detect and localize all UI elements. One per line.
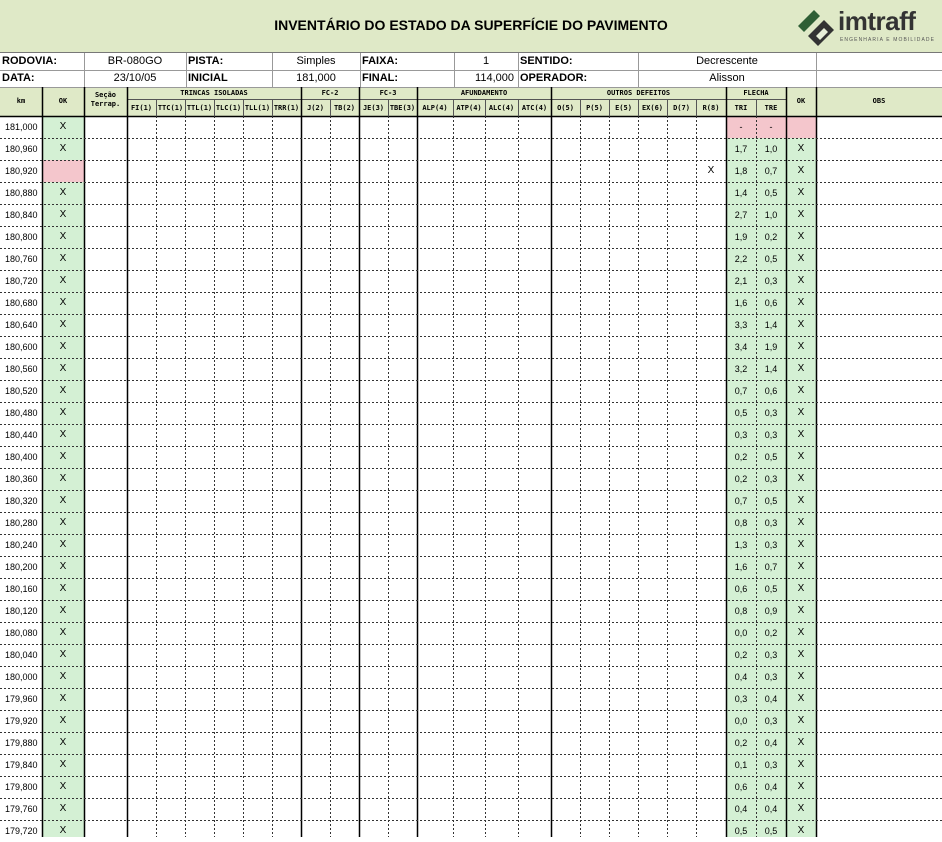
grid-lines [0, 53, 942, 837]
